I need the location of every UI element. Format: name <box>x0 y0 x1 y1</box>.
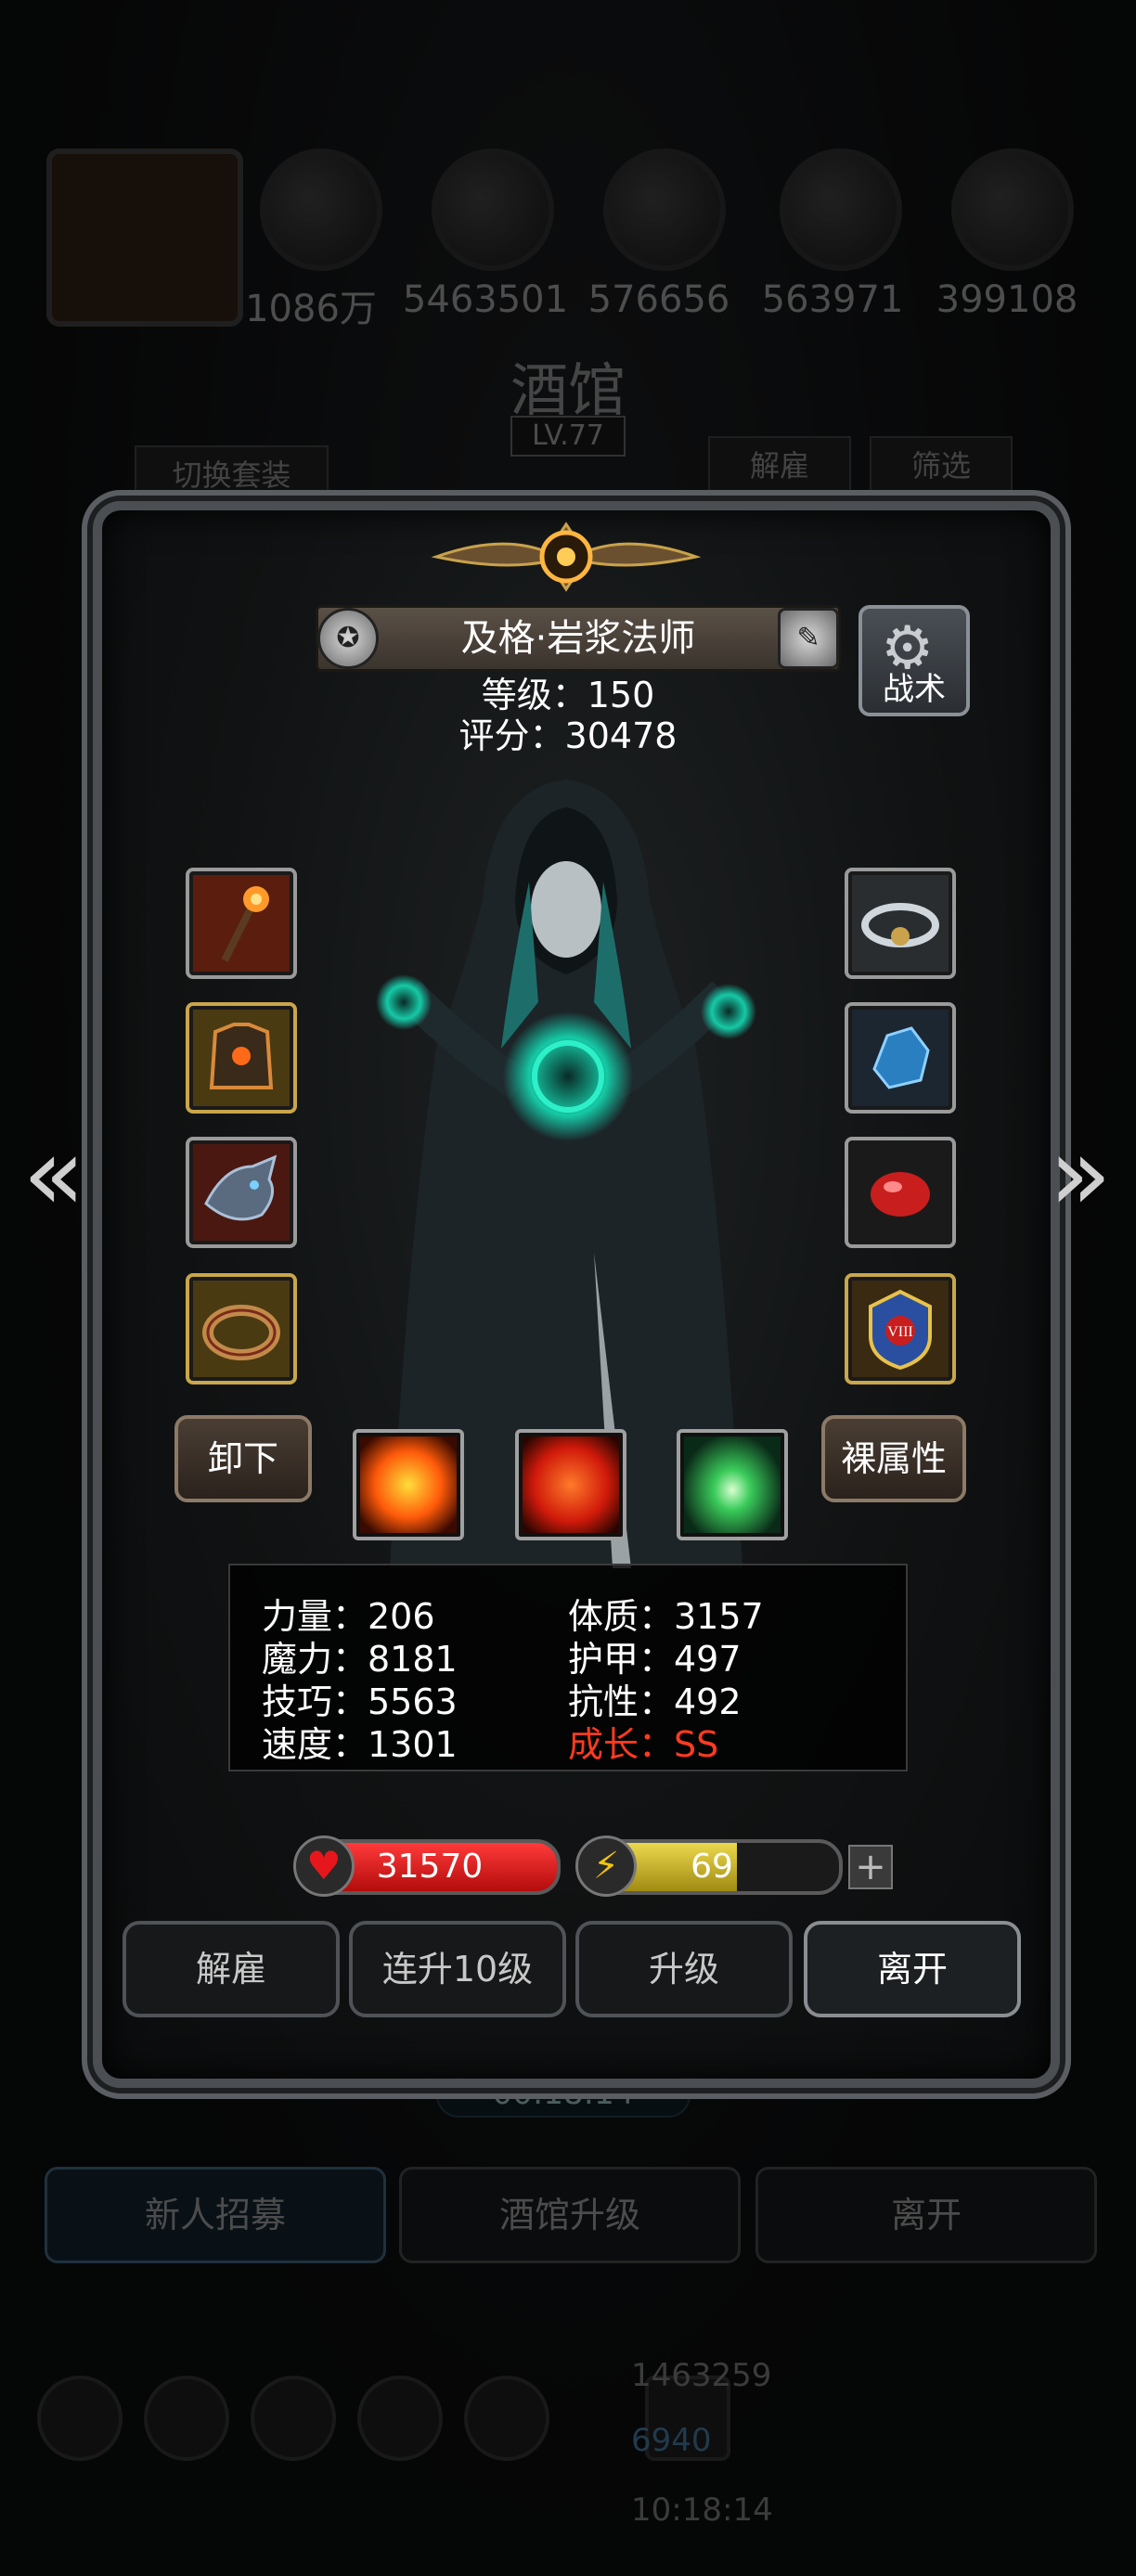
hero-name: 及格·岩浆法师 <box>316 605 841 672</box>
tactics-button[interactable]: ⚙ 战术 <box>858 605 970 716</box>
lightning-icon: ⚡ <box>575 1835 637 1897</box>
dismiss-button[interactable]: 解雇 <box>123 1921 340 2017</box>
staff-icon <box>221 886 269 962</box>
skill-flame-icon[interactable] <box>515 1429 626 1540</box>
blue-crystal-icon <box>872 1026 930 1089</box>
emblem-icon: VIII <box>869 1289 932 1371</box>
panel-crest <box>431 522 702 592</box>
naked-attributes-button[interactable]: 裸属性 <box>821 1415 966 1502</box>
level-up-10-button[interactable]: 连升10级 <box>349 1921 566 2017</box>
heart-icon: ♥ <box>293 1835 355 1897</box>
equip-slot-crystal[interactable] <box>845 1002 956 1114</box>
equip-slot-gem[interactable] <box>845 1137 956 1248</box>
armor-icon <box>209 1023 274 1089</box>
equip-slot-bracelet[interactable] <box>845 868 956 979</box>
medal-icon[interactable]: ✪ <box>317 608 379 669</box>
add-energy-button[interactable]: + <box>848 1845 893 1889</box>
equip-slot-armor[interactable] <box>186 1002 297 1114</box>
upgrade-button[interactable]: 升级 <box>575 1921 793 2017</box>
bracelet-icon <box>861 903 939 947</box>
skill-fire-burst-icon[interactable] <box>353 1429 464 1540</box>
ring-icon <box>202 1305 280 1360</box>
next-hero-arrow-icon[interactable]: » <box>1043 1123 1117 1225</box>
equip-slot-ring[interactable] <box>186 1273 297 1385</box>
stat-growth: 成长：SS <box>568 1724 719 1765</box>
equip-slot-weapon[interactable] <box>186 868 297 979</box>
skill-green-crystal-icon[interactable] <box>677 1429 788 1540</box>
equip-slot-emblem[interactable]: VIII <box>845 1273 956 1385</box>
hero-score: 评分：30478 <box>458 715 678 756</box>
rename-edit-icon[interactable]: ✎ <box>778 608 839 669</box>
red-gem-icon <box>871 1172 930 1217</box>
equip-slot-helm[interactable] <box>186 1137 297 1248</box>
leave-button[interactable]: 离开 <box>804 1921 1021 2017</box>
stat-speed: 速度：1301 <box>262 1724 458 1765</box>
tactics-label: 战术 <box>883 671 946 708</box>
stats-box: 力量：206 魔力：8181 技巧：5563 速度：1301 体质：3157 护… <box>228 1564 908 1771</box>
svg-text:VIII: VIII <box>887 1324 913 1340</box>
unequip-button[interactable]: 卸下 <box>174 1415 312 1502</box>
prev-hero-arrow-icon[interactable]: « <box>17 1123 91 1225</box>
dragon-helm-icon <box>204 1154 278 1221</box>
